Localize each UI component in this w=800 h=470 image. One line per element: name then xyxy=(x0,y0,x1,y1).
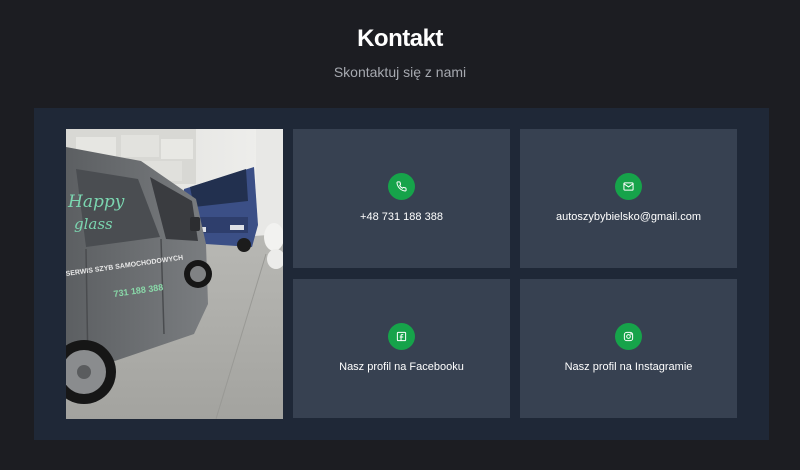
section-subtitle: Skontaktuj się z nami xyxy=(333,64,467,80)
service-van-photo: Happy glass SERWIS SZYB SAMOCHODOWYCH 73… xyxy=(66,129,283,419)
section-title: Kontakt xyxy=(357,25,443,52)
facebook-icon xyxy=(388,323,415,350)
svg-text:Happy: Happy xyxy=(67,192,125,212)
contact-card-instagram[interactable]: Nasz profil na Instagramie xyxy=(520,279,737,418)
phone-number: +48 731 188 388 xyxy=(360,211,443,223)
svg-text:glass: glass xyxy=(74,215,113,233)
instagram-icon xyxy=(615,323,642,350)
instagram-link: Nasz profil na Instagramie xyxy=(564,361,693,373)
contact-card-facebook[interactable]: Nasz profil na Facebooku xyxy=(293,279,510,418)
contact-card-phone[interactable]: +48 731 188 388 xyxy=(293,129,510,268)
mail-icon xyxy=(615,173,642,200)
email-address: autoszybybielsko@gmail.com xyxy=(555,211,702,223)
contact-section: Kontakt Skontaktuj się z nami Happy glas… xyxy=(0,0,800,470)
phone-icon xyxy=(388,173,415,200)
contact-panel: Happy glass SERWIS SZYB SAMOCHODOWYCH 73… xyxy=(34,108,769,440)
contact-card-email[interactable]: autoszybybielsko@gmail.com xyxy=(520,129,737,268)
facebook-link: Nasz profil na Facebooku xyxy=(339,361,464,373)
